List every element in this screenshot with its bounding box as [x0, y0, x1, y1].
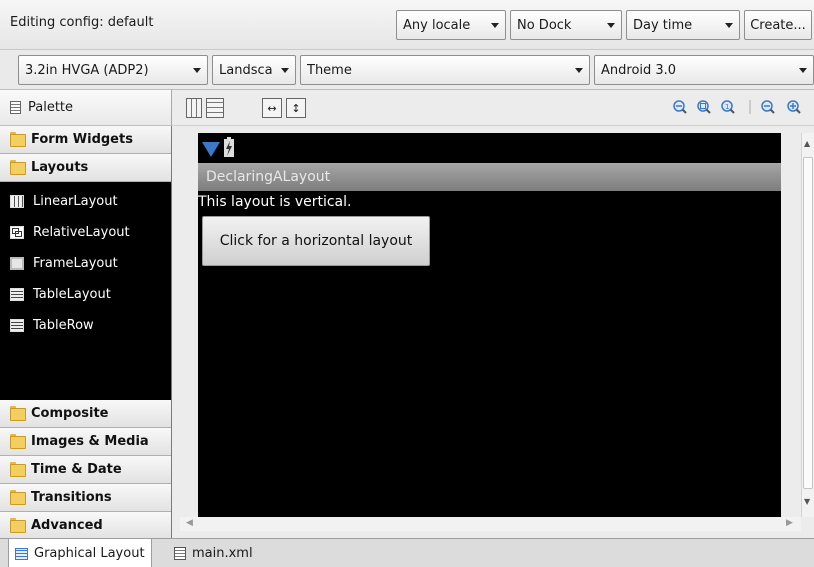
folder-icon: [10, 490, 26, 505]
status-icons: [202, 137, 234, 157]
config-toolbar: Editing config: default Any locale No Do…: [0, 0, 814, 50]
dock-select[interactable]: No Dock: [510, 10, 622, 40]
linear-layout-icon: [10, 195, 24, 208]
table-layout-icon: [10, 288, 24, 301]
zoom-in-icon[interactable]: [787, 100, 801, 114]
palette-panel: Form Widgets Layouts LinearLayout Relati…: [0, 126, 172, 540]
fill-width-icon[interactable]: ↔: [262, 98, 282, 118]
category-advanced[interactable]: Advanced: [0, 512, 171, 540]
layout-text: This layout is vertical.: [198, 194, 352, 210]
palette-icon: [10, 101, 21, 114]
theme-select[interactable]: Theme: [300, 55, 590, 85]
category-images-media[interactable]: Images & Media: [0, 428, 171, 456]
frame-layout-icon: [10, 257, 24, 270]
palette-item-framelayout[interactable]: FrameLayout: [0, 248, 171, 279]
folder-icon: [10, 406, 26, 421]
tab-main-xml[interactable]: main.xml: [168, 539, 259, 567]
xml-file-icon: [174, 547, 186, 560]
scroll-thumb[interactable]: [803, 157, 813, 489]
vertical-split-icon[interactable]: [186, 98, 202, 118]
chevron-down-icon: [799, 67, 807, 73]
time-select[interactable]: Day time: [626, 10, 740, 40]
device-select[interactable]: 3.2in HVGA (ADP2): [18, 55, 208, 85]
scroll-down-icon[interactable]: ▼: [804, 497, 810, 506]
chevron-down-icon: [575, 67, 583, 73]
locale-select[interactable]: Any locale: [396, 10, 506, 40]
app-title-bar: DeclaringALayout: [198, 163, 781, 191]
scroll-left-icon[interactable]: ◀: [186, 518, 193, 528]
chevron-down-icon: [193, 67, 201, 73]
zoom-out-icon[interactable]: [761, 100, 775, 114]
relative-layout-icon: [10, 226, 24, 239]
fill-height-icon[interactable]: ↕: [286, 98, 306, 118]
category-composite[interactable]: Composite: [0, 400, 171, 428]
palette-item-relativelayout[interactable]: RelativeLayout: [0, 217, 171, 248]
device-preview[interactable]: DeclaringALayout This layout is vertical…: [198, 133, 781, 517]
graphical-layout-icon: [15, 547, 28, 560]
category-transitions[interactable]: Transitions: [0, 484, 171, 512]
config-label: Editing config: default: [10, 15, 154, 30]
svg-text:1: 1: [725, 103, 729, 111]
table-row-icon: [10, 319, 24, 332]
tab-graphical-layout[interactable]: Graphical Layout: [8, 539, 152, 567]
editor-tabs: Graphical Layout main.xml: [0, 538, 814, 567]
zoom-100-icon[interactable]: 1: [721, 100, 735, 114]
signal-icon: [202, 142, 220, 157]
palette-item-linearlayout[interactable]: LinearLayout: [0, 186, 171, 217]
horizontal-scrollbar[interactable]: ◀ ▶: [180, 517, 801, 531]
category-form-widgets[interactable]: Form Widgets: [0, 126, 171, 154]
category-layouts[interactable]: Layouts: [0, 154, 171, 182]
folder-icon: [10, 434, 26, 449]
category-time-date[interactable]: Time & Date: [0, 456, 171, 484]
create-button[interactable]: Create...: [744, 10, 812, 40]
zoom-real-size-icon[interactable]: [673, 100, 687, 114]
chevron-down-icon: [725, 22, 733, 28]
palette-title: Palette: [28, 100, 74, 115]
scroll-up-icon[interactable]: ▲: [804, 139, 810, 148]
device-toolbar: 3.2in HVGA (ADP2) Landsca Theme Android …: [0, 50, 814, 90]
zoom-controls: 1: [673, 100, 801, 114]
horizontal-layout-button[interactable]: Click for a horizontal layout: [202, 216, 430, 266]
palette-item-tablerow[interactable]: TableRow: [0, 310, 171, 341]
chevron-down-icon: [491, 22, 499, 28]
scroll-right-icon[interactable]: ▶: [786, 518, 793, 528]
vertical-scrollbar[interactable]: ▲ ▼: [801, 133, 814, 517]
zoom-fit-icon[interactable]: [697, 100, 711, 114]
folder-icon: [10, 518, 26, 533]
chevron-down-icon: [281, 67, 289, 73]
folder-open-icon: [10, 160, 26, 175]
api-select[interactable]: Android 3.0: [594, 55, 814, 85]
orientation-select[interactable]: Landsca: [212, 55, 296, 85]
palette-header[interactable]: Palette: [0, 90, 172, 126]
folder-icon: [10, 462, 26, 477]
folder-icon: [10, 132, 26, 147]
chevron-down-icon: [607, 22, 615, 28]
horizontal-split-icon[interactable]: [206, 98, 224, 118]
palette-item-tablelayout[interactable]: TableLayout: [0, 279, 171, 310]
device-status-bar: [198, 133, 781, 163]
